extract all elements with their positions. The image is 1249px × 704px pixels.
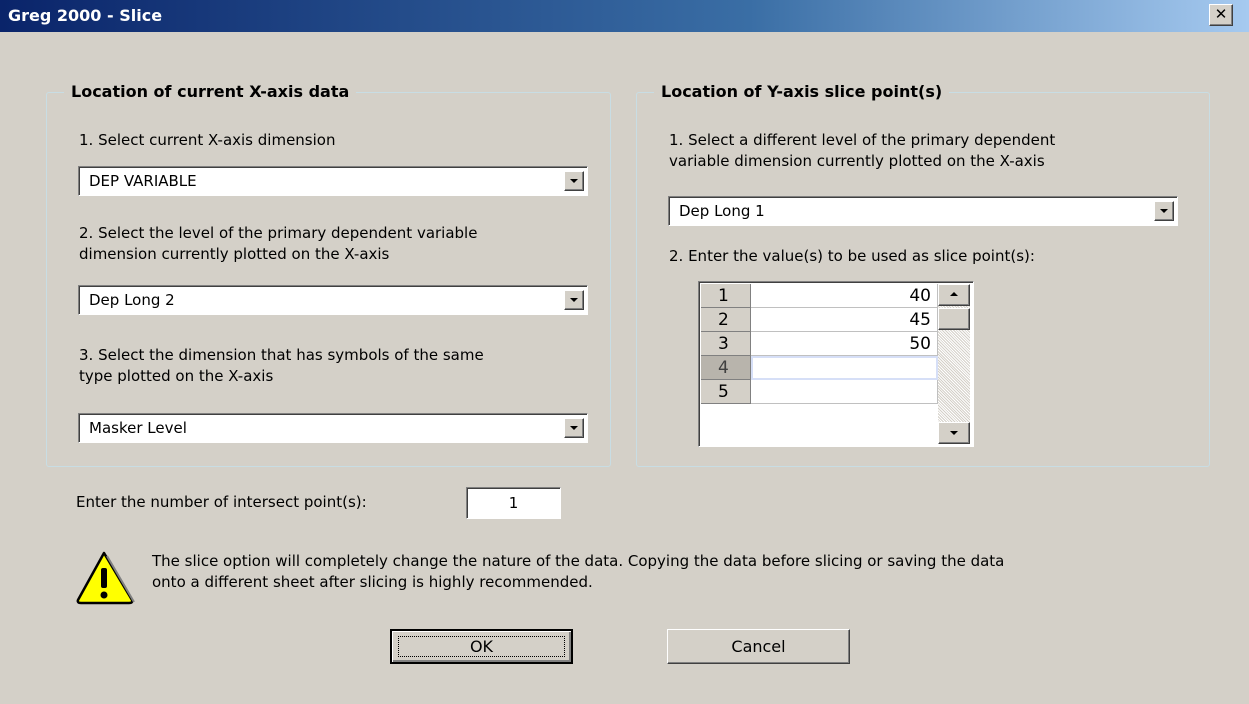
x-axis-dimension-value: DEP VARIABLE <box>89 172 197 190</box>
warning-triangle-icon <box>76 551 135 605</box>
y-step1-label-line1: 1. Select a different level of the prima… <box>669 131 1056 149</box>
slice-value-cell[interactable]: 50 <box>751 332 938 356</box>
grid-row[interactable]: 2 45 <box>701 308 938 332</box>
intersect-label: Enter the number of intersect point(s): <box>76 493 367 511</box>
x-axis-dimension-select[interactable]: DEP VARIABLE <box>78 166 588 196</box>
y-axis-level-select[interactable]: Dep Long 1 <box>668 196 1178 226</box>
ok-button-label: OK <box>398 636 565 657</box>
title-bar[interactable]: Greg 2000 - Slice ✕ <box>0 0 1249 32</box>
close-button[interactable]: ✕ <box>1209 4 1233 26</box>
cancel-button[interactable]: Cancel <box>667 629 850 664</box>
window-title: Greg 2000 - Slice <box>8 6 163 25</box>
warning-line-1: The slice option will completely change … <box>152 552 1005 570</box>
row-index: 1 <box>701 284 751 308</box>
chevron-down-icon[interactable] <box>1154 201 1174 221</box>
row-index: 5 <box>701 380 751 404</box>
y-step2-label: 2. Enter the value(s) to be used as slic… <box>669 247 1035 265</box>
row-index: 2 <box>701 308 751 332</box>
y-step1-label-line2: variable dimension currently plotted on … <box>669 152 1045 170</box>
warning-message: The slice option will completely change … <box>152 551 1222 593</box>
chevron-down-icon[interactable] <box>564 290 584 310</box>
grid-row[interactable]: 3 50 <box>701 332 938 356</box>
ok-button[interactable]: OK <box>390 629 573 664</box>
slice-value-cell[interactable] <box>751 356 938 380</box>
slice-value-cell[interactable]: 45 <box>751 308 938 332</box>
x-step2-label-line2: dimension currently plotted on the X-axi… <box>79 245 390 263</box>
slice-value-cell[interactable] <box>751 380 938 404</box>
grid-row[interactable]: 1 40 <box>701 284 938 308</box>
close-icon: ✕ <box>1214 5 1228 23</box>
slice-points-grid[interactable]: 1 40 2 45 3 50 4 5 <box>698 281 974 447</box>
grid-row[interactable]: 5 <box>701 380 938 404</box>
slice-value-cell[interactable]: 40 <box>751 284 938 308</box>
row-index: 3 <box>701 332 751 356</box>
x-step3-label-line1: 3. Select the dimension that has symbols… <box>79 346 484 364</box>
chevron-down-icon[interactable] <box>564 171 584 191</box>
y-axis-level-value: Dep Long 1 <box>679 202 765 220</box>
x-step3-label-line2: type plotted on the X-axis <box>79 367 274 385</box>
symbol-dimension-value: Masker Level <box>89 419 187 437</box>
warning-line-2: onto a different sheet after slicing is … <box>152 573 593 591</box>
symbol-dimension-select[interactable]: Masker Level <box>78 413 588 443</box>
y-axis-group-title: Location of Y-axis slice point(s) <box>654 82 950 102</box>
scroll-up-icon[interactable] <box>938 284 970 306</box>
scroll-down-icon[interactable] <box>938 422 970 444</box>
grid-scrollbar[interactable] <box>938 284 970 444</box>
x-axis-group-title: Location of current X-axis data <box>64 82 357 102</box>
x-axis-level-value: Dep Long 2 <box>89 291 175 309</box>
x-step2-label-line1: 2. Select the level of the primary depen… <box>79 224 478 242</box>
scrollbar-thumb[interactable] <box>938 308 970 330</box>
grid-row[interactable]: 4 <box>701 356 938 380</box>
x-axis-level-select[interactable]: Dep Long 2 <box>78 285 588 315</box>
row-index: 4 <box>701 356 751 380</box>
x-step1-label: 1. Select current X-axis dimension <box>79 131 336 149</box>
intersect-count-input[interactable]: 1 <box>466 487 561 519</box>
chevron-down-icon[interactable] <box>564 418 584 438</box>
